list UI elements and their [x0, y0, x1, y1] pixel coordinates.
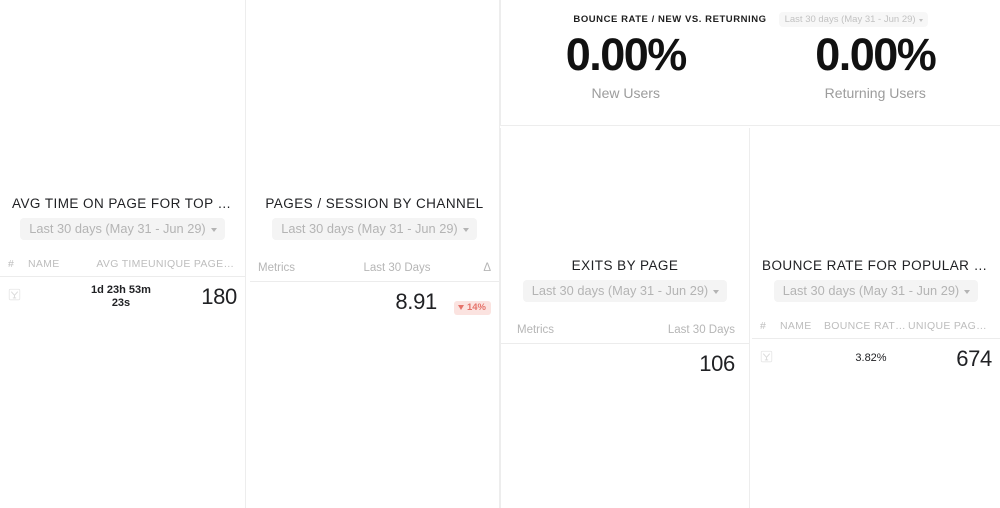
date-range-label: Last 30 days (May 31 - Jun 29): [281, 221, 458, 236]
date-range-selector-avg-time[interactable]: Last 30 days (May 31 - Jun 29): [20, 218, 225, 241]
stat-label-returning-users: Returning Users: [824, 84, 926, 101]
column-header-last-30-days: Last 30 Days: [363, 262, 431, 275]
date-range-label: Last 30 days (May 31 - Jun 29): [531, 283, 709, 298]
chevron-down-icon: [462, 227, 469, 232]
row-avg-time: 1d 23h 53m 23s: [91, 283, 151, 310]
date-range-label: Last 30 days (May 31 - Jun 29): [782, 283, 960, 298]
column-header-avg-time: AVG TIME: [96, 258, 148, 271]
table-row[interactable]: 3.82% 674: [752, 339, 1000, 373]
stat-value-new-users: 0.00%: [565, 29, 688, 81]
column-header-bounce-rate: BOUNCE RATE B…: [824, 320, 908, 333]
panel-exits-by-page: EXITS BY PAGE Last 30 days (May 31 - Jun…: [500, 128, 750, 508]
date-range-row-pages-per-session: Last 30 days (May 31 - Jun 29): [250, 218, 499, 241]
panel-bounce-rate-popular-pages: BOUNCE RATE FOR POPULAR PAG… Last 30 day…: [752, 128, 1000, 508]
row-unique-pageviews: 674: [956, 346, 992, 372]
stat-label-new-users: New Users: [591, 84, 660, 101]
date-range-row-avg-time: Last 30 days (May 31 - Jun 29): [0, 218, 245, 241]
favicon-placeholder-icon: [8, 288, 24, 306]
column-header-metrics: Metrics: [258, 262, 296, 275]
column-header-unique-pageviews: UNIQUE PAGEVI…: [148, 258, 237, 271]
row-bounce-rate: 3.82%: [855, 352, 887, 365]
chevron-down-icon: [713, 289, 720, 294]
panel-title-bounce-new-returning: BOUNCE RATE / NEW VS. RETURNING: [573, 14, 767, 26]
table-header-pages-per-session: Metrics Last 30 Days Δ: [250, 262, 499, 283]
row-delta-wrap: 14%: [437, 289, 491, 315]
panel-title-bounce-popular: BOUNCE RATE FOR POPULAR PAG…: [762, 258, 1000, 273]
panel-bounce-rate-new-vs-returning: BOUNCE RATE / NEW VS. RETURNING Last 30 …: [500, 0, 1000, 126]
table-header-avg-time: # NAME AVG TIME UNIQUE PAGEVI…: [0, 258, 245, 278]
status-badge-delta-down: 14%: [453, 301, 491, 315]
chevron-down-icon: [964, 289, 971, 294]
column-header-last-30-days: Last 30 Days: [667, 324, 735, 337]
date-range-row-exits: Last 30 days (May 31 - Jun 29): [501, 280, 749, 303]
row-value: 106: [699, 351, 735, 377]
panel-title-avg-time: AVG TIME ON PAGE FOR TOP PAG…: [12, 196, 245, 211]
analytics-dashboard: AVG TIME ON PAGE FOR TOP PAG… Last 30 da…: [0, 0, 1000, 508]
favicon-placeholder-icon: [760, 350, 776, 368]
chevron-down-icon: [210, 227, 217, 232]
date-range-label: Last 30 days (May 31 - Jun 29): [784, 14, 916, 25]
column-header-unique-pageviews: UNIQUE PAGEV…: [908, 320, 992, 333]
table-row[interactable]: 1d 23h 53m 23s 180: [0, 277, 245, 311]
column-header-index: #: [8, 258, 15, 271]
row-unique-pageviews: 180: [201, 284, 237, 310]
table-header-exits: Metrics Last 30 Days: [501, 324, 749, 345]
column-header-name: NAME: [28, 258, 60, 271]
triangle-down-icon: [457, 305, 464, 311]
table-header-bounce-popular: # NAME BOUNCE RATE B… UNIQUE PAGEV…: [752, 320, 1000, 340]
column-header-delta: Δ: [483, 262, 491, 275]
stat-value-returning-users: 0.00%: [815, 29, 937, 81]
panel-title-exits-by-page: EXITS BY PAGE: [571, 258, 679, 273]
table-row[interactable]: 106: [501, 344, 749, 377]
chevron-down-icon: [918, 19, 923, 23]
table-row[interactable]: 8.91 14%: [250, 282, 499, 315]
stats-row: 0.00% New Users 0.00% Returning Users: [501, 29, 1000, 101]
date-range-row-bounce-popular: Last 30 days (May 31 - Jun 29): [752, 280, 1000, 303]
date-range-selector-exits[interactable]: Last 30 days (May 31 - Jun 29): [522, 280, 728, 303]
date-range-selector-bounce-new-returning[interactable]: Last 30 days (May 31 - Jun 29): [778, 12, 928, 28]
date-range-selector-bounce-popular[interactable]: Last 30 days (May 31 - Jun 29): [773, 280, 979, 303]
panel-title-pages-per-session: PAGES / SESSION BY CHANNEL: [265, 196, 484, 211]
column-header-index: #: [760, 320, 767, 333]
panel-header-bounce-new-returning: BOUNCE RATE / NEW VS. RETURNING Last 30 …: [501, 0, 1000, 28]
stat-returning-users: 0.00% Returning Users: [751, 29, 1000, 101]
column-header-name: NAME: [780, 320, 812, 333]
panel-avg-time-on-page: AVG TIME ON PAGE FOR TOP PAG… Last 30 da…: [0, 0, 246, 508]
column-header-metrics: Metrics: [517, 324, 555, 337]
row-value: 8.91: [395, 289, 437, 315]
date-range-label: Last 30 days (May 31 - Jun 29): [29, 221, 206, 236]
delta-value: 14%: [466, 302, 486, 314]
stat-new-users: 0.00% New Users: [501, 29, 751, 101]
date-range-selector-pages-per-session[interactable]: Last 30 days (May 31 - Jun 29): [272, 218, 477, 241]
panel-pages-per-session: PAGES / SESSION BY CHANNEL Last 30 days …: [250, 0, 500, 508]
